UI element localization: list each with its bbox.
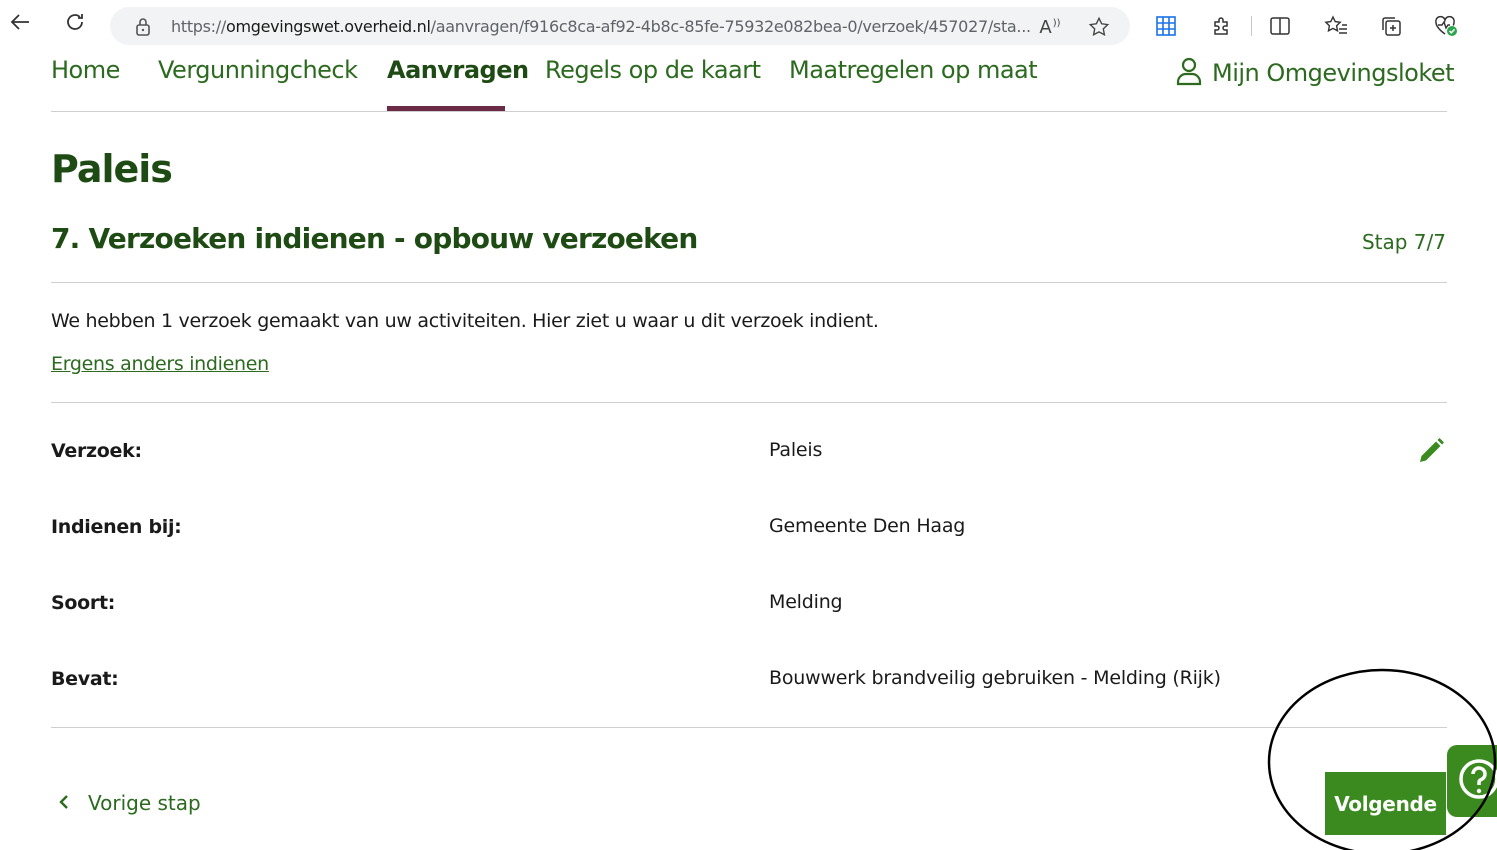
browser-essentials-icon[interactable] [1434, 14, 1458, 38]
detail-label-bevat: Bevat: [51, 668, 119, 690]
chevron-left-icon [58, 791, 70, 815]
login-label: Mijn Omgevingsloket [1212, 59, 1455, 87]
next-button[interactable]: Volgende [1325, 772, 1446, 835]
detail-label-soort: Soort: [51, 592, 116, 614]
details-top-divider [51, 402, 1447, 403]
detail-label-indienen-bij: Indienen bij: [51, 516, 182, 538]
help-button[interactable] [1447, 745, 1497, 817]
annotation-circle [1267, 668, 1497, 850]
url-prefix: https:// [171, 17, 226, 36]
login-link[interactable]: Mijn Omgevingsloket [1176, 56, 1455, 90]
collections-icon[interactable] [1379, 14, 1403, 38]
nav-vergunningcheck[interactable]: Vergunningcheck [158, 56, 358, 84]
previous-step-label: Vorige stap [88, 791, 201, 815]
refresh-icon[interactable] [63, 10, 87, 34]
apps-grid-icon[interactable] [1154, 14, 1178, 38]
address-bar[interactable]: https://omgevingswet.overheid.nl/aanvrag… [110, 7, 1130, 45]
nav-aanvragen[interactable]: Aanvragen [387, 56, 529, 84]
url-text[interactable]: https://omgevingswet.overheid.nl/aanvrag… [171, 17, 1051, 36]
detail-label-verzoek: Verzoek: [51, 440, 142, 462]
toolbar-separator [1251, 16, 1252, 36]
page-title: Paleis [51, 147, 173, 191]
nav-regels-op-de-kaart[interactable]: Regels op de kaart [545, 56, 761, 84]
intro-text: We hebben 1 verzoek gemaakt van uw activ… [51, 310, 879, 332]
back-arrow-icon[interactable] [8, 10, 32, 34]
url-path: /aanvragen/f916c8ca-af92-4b8c-85fe-75932… [430, 17, 1031, 36]
detail-value-soort: Melding [769, 591, 843, 613]
read-aloud-label: A [1039, 16, 1052, 38]
step-title: 7. Verzoeken indienen - opbouw verzoeken [51, 222, 698, 255]
browser-toolbar: https://omgevingswet.overheid.nl/aanvrag… [0, 0, 1497, 52]
pencil-edit-icon[interactable] [1416, 436, 1446, 466]
previous-step-link[interactable]: Vorige stap [58, 791, 201, 815]
details-bottom-divider [51, 727, 1447, 728]
nav-home[interactable]: Home [51, 56, 120, 84]
main-navigation: Home Vergunningcheck Aanvragen Regels op… [0, 52, 1497, 112]
submit-elsewhere-link[interactable]: Ergens anders indienen [51, 353, 269, 375]
lock-icon[interactable] [134, 17, 152, 41]
favorites-icon[interactable] [1324, 14, 1348, 38]
nav-maatregelen-op-maat[interactable]: Maatregelen op maat [789, 56, 1038, 84]
extensions-icon[interactable] [1209, 14, 1233, 38]
url-domain: omgevingswet.overheid.nl [225, 17, 431, 36]
user-icon [1176, 56, 1202, 90]
nav-divider [51, 111, 1447, 112]
split-screen-icon[interactable] [1268, 14, 1292, 38]
question-circle-icon [1453, 754, 1497, 808]
favorite-star-icon[interactable] [1087, 15, 1111, 39]
read-aloud-icon[interactable]: A)) [1038, 15, 1062, 39]
detail-value-verzoek: Paleis [769, 439, 823, 461]
section-divider [51, 282, 1447, 283]
detail-value-indienen-bij: Gemeente Den Haag [769, 515, 966, 537]
step-indicator: Stap 7/7 [1361, 230, 1446, 254]
detail-value-bevat: Bouwwerk brandveilig gebruiken - Melding… [769, 667, 1221, 689]
